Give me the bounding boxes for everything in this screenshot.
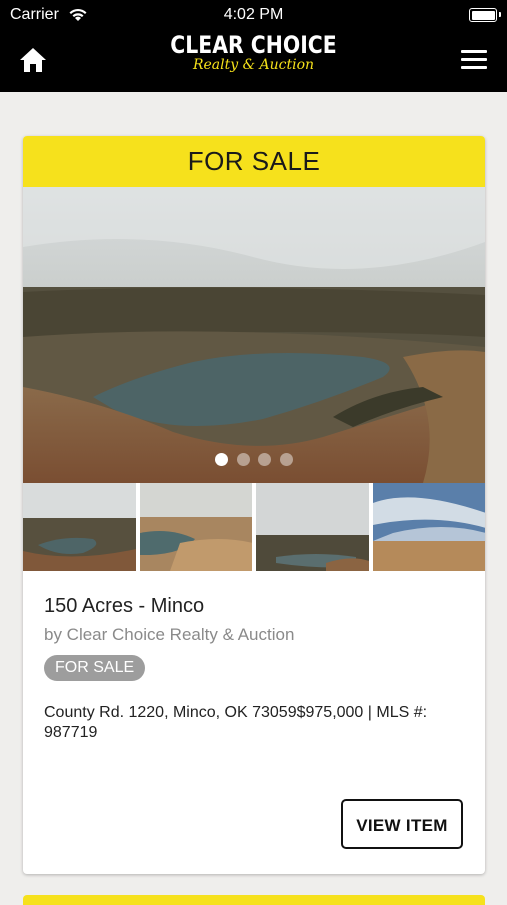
logo-sub-text: Realty & Auction [192, 57, 315, 73]
battery-icon [469, 8, 501, 22]
carousel-dot[interactable] [236, 453, 250, 466]
listing-info: 150 Acres - Minco by Clear Choice Realty… [23, 573, 485, 743]
carousel-dot[interactable] [258, 453, 272, 466]
next-listing-card[interactable] [23, 895, 485, 905]
listing-image-carousel[interactable] [23, 187, 485, 483]
hero-landscape-image [23, 187, 485, 483]
view-item-button[interactable]: VIEW ITEM [341, 799, 463, 849]
thumbnail-image[interactable] [23, 483, 136, 571]
thumbnail-strip [23, 483, 485, 573]
logo-main-text: CLEAR CHOICE [170, 31, 337, 59]
thumbnail-image[interactable] [372, 483, 485, 571]
listing-description: County Rd. 1220, Minco, OK 73059$975,000… [44, 704, 428, 741]
status-badge: FOR SALE [44, 655, 146, 681]
carousel-indicators[interactable] [23, 453, 485, 471]
listing-title[interactable]: 150 Acres - Minco [44, 595, 464, 618]
listing-byline: by Clear Choice Realty & Auction [44, 625, 295, 644]
listing-status-banner: FOR SALE [23, 136, 485, 187]
thumbnail-image[interactable] [256, 483, 369, 571]
listing-card[interactable]: FOR SALE 150 Acres - Minco by Clear Choi… [23, 136, 485, 874]
thumbnail-image[interactable] [139, 483, 252, 571]
app-logo: CLEAR CHOICE Realty & Auction [0, 32, 507, 72]
clock: 4:02 PM [223, 6, 284, 23]
carousel-dot[interactable] [279, 453, 293, 466]
app-header: Carrier 4:02 PM CLEAR CHOICE Realty & Au… [0, 0, 507, 92]
status-bar: Carrier 4:02 PM [0, 6, 507, 26]
hamburger-menu-icon[interactable] [461, 50, 487, 70]
carousel-dot[interactable] [215, 453, 229, 466]
